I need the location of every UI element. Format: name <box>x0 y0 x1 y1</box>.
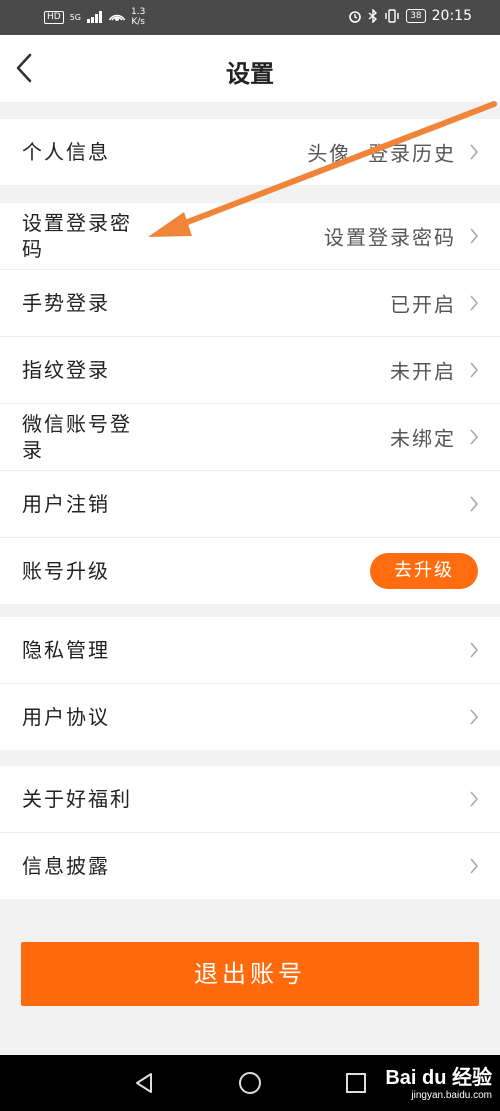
row-fingerprint-login[interactable]: 指纹登录 未开启 <box>0 337 500 404</box>
row-disclosure[interactable]: 信息披露 <box>0 833 500 899</box>
watermark: Bai du 经验 jingyan.baidu.com <box>385 1061 492 1101</box>
vibrate-icon <box>385 9 399 23</box>
chevron-right-icon <box>470 709 479 725</box>
speed-unit: K/s <box>131 17 145 27</box>
status-left: HD 5G 1.3 K/s <box>44 7 145 27</box>
row-value: 已开启 <box>390 292 456 317</box>
nav-home-icon[interactable] <box>238 1071 262 1095</box>
network-speed: 1.3 K/s <box>131 7 145 27</box>
section-security: 设置登录密码 设置登录密码 手势登录 已开启 指纹登录 未开启 微信账号登录 未… <box>0 203 500 604</box>
battery-indicator: 38 <box>406 9 426 23</box>
watermark-sub: jingyan.baidu.com <box>411 1090 492 1101</box>
row-label: 用户协议 <box>22 705 110 729</box>
signal-icon <box>87 11 102 23</box>
hotspot-icon <box>109 14 125 21</box>
chevron-right-icon <box>470 429 479 445</box>
network-label: 5G <box>69 12 81 22</box>
chevron-right-icon <box>470 858 479 874</box>
chevron-right-icon <box>470 295 479 311</box>
chevron-right-icon <box>470 144 479 160</box>
hd-badge: HD <box>44 10 64 24</box>
row-user-agreement[interactable]: 用户协议 <box>0 684 500 750</box>
row-label: 指纹登录 <box>22 358 110 382</box>
row-label: 账号升级 <box>22 559 110 583</box>
nav-back-icon[interactable] <box>133 1071 155 1095</box>
header: 设置 <box>0 35 500 103</box>
status-right: 38 20:15 <box>348 8 472 24</box>
speed-value: 1.3 <box>131 7 146 17</box>
status-bar: HD 5G 1.3 K/s 38 20:15 <box>0 0 500 35</box>
row-label: 微信账号登录 <box>22 412 132 462</box>
section-profile: 个人信息 头像 登录历史 <box>0 119 500 185</box>
nav-recent-icon[interactable] <box>345 1072 367 1094</box>
row-label: 信息披露 <box>22 854 110 878</box>
logout-button[interactable]: 退出账号 <box>21 942 479 1006</box>
row-label: 关于好福利 <box>22 787 132 811</box>
row-label: 个人信息 <box>22 140 110 164</box>
section-about: 关于好福利 信息披露 <box>0 766 500 899</box>
chevron-right-icon <box>470 496 479 512</box>
row-account-cancel[interactable]: 用户注销 <box>0 471 500 538</box>
chevron-right-icon <box>470 791 479 807</box>
clock: 20:15 <box>431 8 472 24</box>
row-gesture-login[interactable]: 手势登录 已开启 <box>0 270 500 337</box>
system-nav-bar: Bai du 经验 jingyan.baidu.com <box>0 1055 500 1111</box>
bluetooth-icon <box>368 9 378 23</box>
row-personal-info[interactable]: 个人信息 头像 登录历史 <box>0 119 500 185</box>
chevron-right-icon <box>470 228 479 244</box>
row-set-password[interactable]: 设置登录密码 设置登录密码 <box>0 203 500 270</box>
section-privacy: 隐私管理 用户协议 <box>0 617 500 750</box>
alarm-icon <box>349 11 361 23</box>
upgrade-button[interactable]: 去升级 <box>370 553 478 589</box>
row-value: 未绑定 <box>390 426 456 451</box>
row-value: 头像 登录历史 <box>307 141 456 166</box>
watermark-main: Bai du 经验 <box>385 1067 492 1089</box>
row-label: 手势登录 <box>22 291 110 315</box>
row-account-upgrade: 账号升级 去升级 <box>0 538 500 604</box>
row-about[interactable]: 关于好福利 <box>0 766 500 833</box>
row-value: 设置登录密码 <box>324 225 456 250</box>
row-label: 设置登录密码 <box>22 211 132 261</box>
chevron-right-icon <box>470 362 479 378</box>
row-wechat-login[interactable]: 微信账号登录 未绑定 <box>0 404 500 471</box>
row-label: 用户注销 <box>22 492 110 516</box>
page-title: 设置 <box>226 60 274 88</box>
row-value: 未开启 <box>390 359 456 384</box>
row-label: 隐私管理 <box>22 638 110 662</box>
chevron-right-icon <box>470 642 479 658</box>
row-privacy-management[interactable]: 隐私管理 <box>0 617 500 684</box>
